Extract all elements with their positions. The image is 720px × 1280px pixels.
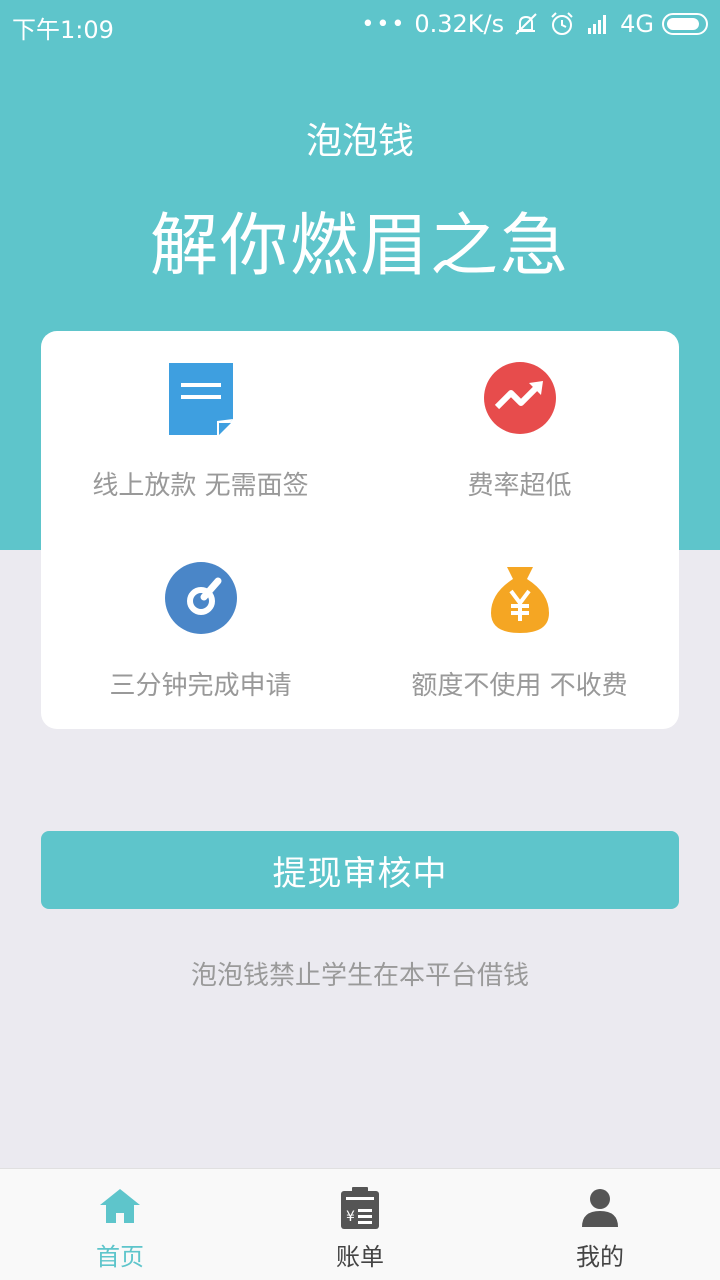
signal-icon xyxy=(588,15,607,34)
tab-bar: 首页 ¥ 账单 我的 xyxy=(0,1168,720,1280)
battery-icon xyxy=(662,13,708,35)
tab-home[interactable]: 首页 xyxy=(0,1169,240,1280)
feature-low-rate: 费率超低 xyxy=(360,361,679,502)
slogan: 解你燃眉之急 xyxy=(149,207,570,286)
status-time: 下午1:09 xyxy=(12,16,114,44)
feature-label: 额度不使用 不收费 xyxy=(411,671,628,701)
feature-card: 线上放款 无需面签 费率超低 三分钟完成申请 额度不使用 不收费 xyxy=(41,331,679,729)
bill-icon: ¥ xyxy=(341,1187,379,1229)
tab-mine-label: 我的 xyxy=(576,1243,624,1271)
withdraw-status-button[interactable]: 提现审核中 xyxy=(41,831,679,909)
feature-label: 三分钟完成申请 xyxy=(109,671,292,701)
tab-home-label: 首页 xyxy=(96,1243,144,1271)
feature-no-fee: 额度不使用 不收费 xyxy=(360,561,679,702)
tab-bill[interactable]: ¥ 账单 xyxy=(240,1169,480,1280)
mute-icon xyxy=(515,13,537,35)
feature-quick-apply: 三分钟完成申请 xyxy=(41,561,360,702)
app-name: 泡泡钱 xyxy=(305,121,414,162)
user-icon xyxy=(582,1189,618,1227)
dots-icon: ••• xyxy=(361,11,407,37)
status-bar: 下午1:09 ••• 0.32K/s 4G xyxy=(0,0,720,52)
trend-up-icon xyxy=(483,362,556,434)
money-bag-icon xyxy=(490,567,549,633)
feature-label: 线上放款 无需面签 xyxy=(92,471,309,501)
tab-mine[interactable]: 我的 xyxy=(480,1169,720,1280)
network-type: 4G xyxy=(620,10,654,38)
network-speed: 0.32K/s xyxy=(414,10,505,38)
document-icon xyxy=(168,363,233,437)
alarm-icon xyxy=(551,12,573,35)
status-indicators: ••• 0.32K/s 4G xyxy=(361,10,708,38)
tab-bill-label: 账单 xyxy=(336,1243,384,1271)
student-notice: 泡泡钱禁止学生在本平台借钱 xyxy=(190,961,529,991)
svg-text:¥: ¥ xyxy=(346,1209,355,1225)
feature-online-loan: 线上放款 无需面签 xyxy=(41,361,360,502)
feature-label: 费率超低 xyxy=(467,471,572,501)
home-icon xyxy=(100,1189,140,1223)
gauge-icon xyxy=(164,562,237,634)
